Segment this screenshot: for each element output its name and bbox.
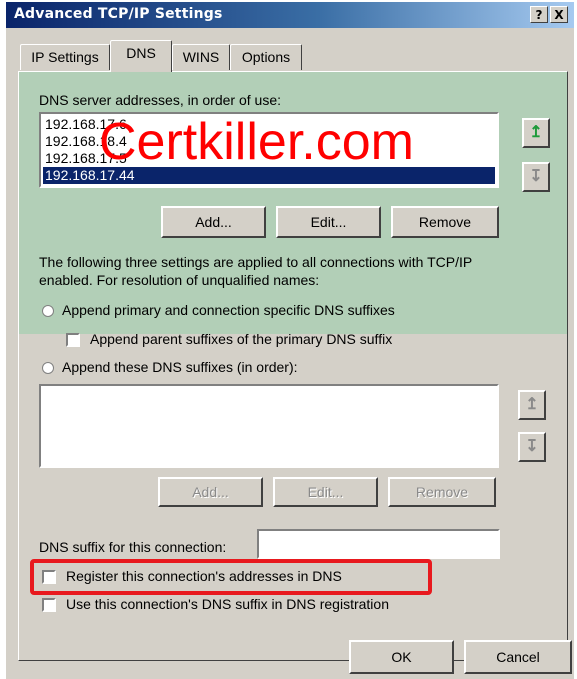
use-suffix-registration-label: Use this connection's DNS suffix in DNS … bbox=[66, 596, 389, 612]
arrow-up-icon: ↥ bbox=[529, 124, 543, 141]
title-bar: Advanced TCP/IP Settings ? X bbox=[6, 2, 574, 28]
append-parent-label: Append parent suffixes of the primary DN… bbox=[90, 331, 393, 347]
tab-ip-settings[interactable]: IP Settings bbox=[20, 44, 110, 70]
move-down-button[interactable]: ↧ bbox=[522, 162, 550, 192]
dns-servers-label: DNS server addresses, in order of use: bbox=[39, 92, 281, 108]
suffix-move-down-button[interactable]: ↧ bbox=[518, 432, 546, 462]
arrow-up-icon: ↥ bbox=[525, 396, 539, 413]
arrow-down-icon: ↧ bbox=[525, 438, 539, 455]
ok-button[interactable]: OK bbox=[349, 640, 454, 674]
register-highlight-box bbox=[30, 559, 432, 595]
window-title: Advanced TCP/IP Settings bbox=[14, 6, 223, 22]
append-parent-checkbox[interactable] bbox=[66, 333, 80, 347]
use-suffix-registration-checkbox[interactable] bbox=[42, 598, 56, 612]
arrow-down-icon: ↧ bbox=[529, 168, 543, 185]
connection-suffix-label: DNS suffix for this connection: bbox=[39, 539, 227, 555]
append-these-label: Append these DNS suffixes (in order): bbox=[62, 359, 298, 375]
dns-suffix-list[interactable] bbox=[39, 384, 499, 468]
move-up-button[interactable]: ↥ bbox=[522, 118, 550, 148]
remove-suffix-button[interactable]: Remove bbox=[388, 477, 496, 507]
append-primary-radio[interactable] bbox=[42, 305, 54, 317]
append-primary-label: Append primary and connection specific D… bbox=[62, 302, 395, 318]
tab-dns[interactable]: DNS bbox=[110, 40, 172, 72]
cancel-button[interactable]: Cancel bbox=[464, 640, 572, 674]
add-server-button[interactable]: Add... bbox=[161, 206, 266, 238]
add-suffix-button[interactable]: Add... bbox=[158, 477, 263, 507]
close-button[interactable]: X bbox=[550, 6, 568, 23]
connection-suffix-input[interactable] bbox=[257, 529, 500, 559]
edit-suffix-button[interactable]: Edit... bbox=[273, 477, 378, 507]
remove-server-button[interactable]: Remove bbox=[391, 206, 499, 238]
tab-options[interactable]: Options bbox=[230, 44, 302, 70]
help-button[interactable]: ? bbox=[530, 6, 548, 23]
watermark-text: Certkiller.com bbox=[99, 113, 414, 171]
append-these-radio[interactable] bbox=[42, 362, 54, 374]
suffix-move-up-button[interactable]: ↥ bbox=[518, 390, 546, 420]
tab-wins[interactable]: WINS bbox=[172, 44, 230, 70]
info-text-line-1: The following three settings are applied… bbox=[39, 254, 473, 270]
edit-server-button[interactable]: Edit... bbox=[276, 206, 381, 238]
info-text-line-2: enabled. For resolution of unqualified n… bbox=[39, 272, 320, 288]
